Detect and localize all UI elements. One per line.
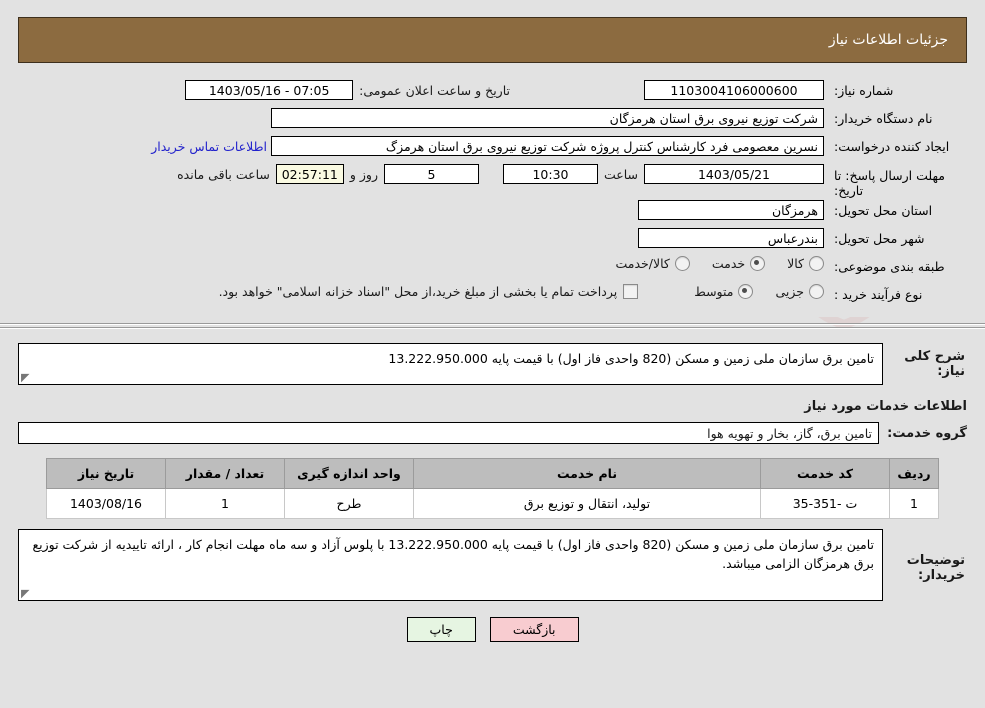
row-response-deadline: مهلت ارسال پاسخ: تا تاریخ: 1403/05/21 سا… xyxy=(18,163,967,199)
category-option-goods-service[interactable]: کالا/خدمت xyxy=(615,256,690,271)
category-option-goods-label: کالا xyxy=(787,256,804,271)
general-description-value: تامین برق سازمان ملی زمین و مسکن (820 وا… xyxy=(388,351,874,366)
category-option-service-label: خدمت xyxy=(711,256,746,271)
need-info-form: شماره نیاز: 1103004106000600 تاریخ و ساع… xyxy=(18,73,967,317)
category-option-goods-service-label: کالا/خدمت xyxy=(615,256,670,271)
process-option-medium-label: متوسط xyxy=(694,284,734,299)
table-row: 1 ت -351-35 تولید، انتقال و توزیع برق طر… xyxy=(46,488,939,519)
process-option-medium[interactable]: متوسط xyxy=(694,284,754,299)
category-option-goods[interactable]: کالا xyxy=(787,256,824,271)
th-service-name: نام خدمت xyxy=(413,458,761,489)
public-announce-field[interactable]: 07:05 - 1403/05/16 xyxy=(185,80,354,100)
category-label: طبقه بندی موضوعی: xyxy=(834,259,945,274)
buyer-notes-row: توضیحات خریدار: تامین برق سازمان ملی زمی… xyxy=(18,525,967,601)
services-section-title: اطلاعات خدمات مورد نیاز xyxy=(804,399,967,414)
resize-grip-icon[interactable]: ◥ xyxy=(21,371,31,384)
divider-top xyxy=(0,323,985,325)
province-label: استان محل تحویل: xyxy=(834,203,933,218)
cell-row-number: 1 xyxy=(889,488,939,519)
cell-service-code: ت -351-35 xyxy=(760,488,890,519)
page-header-bar: جزئیات اطلاعات نیاز xyxy=(18,17,967,63)
deadline-countdown-label: ساعت باقی مانده xyxy=(177,167,270,182)
public-announce-label: تاریخ و ساعت اعلان عمومی: xyxy=(359,83,510,98)
process-type-label: نوع فرآیند خرید : xyxy=(834,287,923,302)
deadline-label: مهلت ارسال پاسخ: تا تاریخ: xyxy=(834,168,945,198)
row-process-type: نوع فرآیند خرید : جزیی متوسط پرداخت تمام… xyxy=(18,283,967,311)
row-buyer-org: نام دستگاه خریدار: شرکت توزیع نیروی برق … xyxy=(18,107,967,135)
radio-icon-goods-service[interactable] xyxy=(674,256,690,271)
need-number-field[interactable]: 1103004106000600 xyxy=(644,80,824,100)
need-number-label: شماره نیاز: xyxy=(834,83,894,98)
print-button[interactable]: چاپ xyxy=(406,617,476,642)
page-title: جزئیات اطلاعات نیاز xyxy=(828,32,948,48)
radio-icon-service[interactable] xyxy=(750,256,766,271)
cell-need-date: 1403/08/16 xyxy=(46,488,166,519)
cell-service-name: تولید، انتقال و توزیع برق xyxy=(413,488,761,519)
buyer-notes-label: توضیحات خریدار: xyxy=(906,553,965,583)
deadline-countdown-field: 02:57:11 xyxy=(275,164,344,184)
deadline-days-field: 5 xyxy=(383,164,479,184)
service-group-field[interactable]: تامین برق، گاز، بخار و تهویه هوا xyxy=(18,422,879,444)
buyer-org-label: نام دستگاه خریدار: xyxy=(834,111,933,126)
th-quantity: تعداد / مقدار xyxy=(165,458,285,489)
checkbox-icon-treasury-bonds[interactable] xyxy=(623,284,639,299)
cell-unit: طرح xyxy=(284,488,414,519)
buyer-notes-value: تامین برق سازمان ملی زمین و مسکن (820 وا… xyxy=(32,537,874,571)
buyer-org-field[interactable]: شرکت توزیع نیروی برق استان هرمزگان xyxy=(271,108,824,128)
deadline-time-label: ساعت xyxy=(603,167,638,182)
radio-icon-minor[interactable] xyxy=(809,284,824,299)
creator-label: ایجاد کننده درخواست: xyxy=(834,139,950,154)
divider-top-2 xyxy=(0,327,985,329)
radio-icon-goods[interactable] xyxy=(809,256,824,271)
process-option-minor[interactable]: جزیی xyxy=(775,284,824,299)
resize-grip-icon-notes[interactable]: ◥ xyxy=(21,587,31,600)
general-description-label: شرح کلی نیاز: xyxy=(904,349,965,379)
deadline-time-field[interactable]: 10:30 xyxy=(502,164,598,184)
buyer-notes-textarea[interactable]: تامین برق سازمان ملی زمین و مسکن (820 وا… xyxy=(18,529,883,601)
general-description-row: شرح کلی نیاز: تامین برق سازمان ملی زمین … xyxy=(18,339,967,385)
th-unit: واحد اندازه گیری xyxy=(284,458,414,489)
category-option-service[interactable]: خدمت xyxy=(711,256,766,271)
general-description-textarea[interactable]: تامین برق سازمان ملی زمین و مسکن (820 وا… xyxy=(18,343,883,385)
footer-button-bar: بازگشت چاپ xyxy=(0,617,985,642)
row-category: طبقه بندی موضوعی: کالا خدمت کالا/خدمت xyxy=(18,255,967,283)
radio-icon-medium[interactable] xyxy=(738,284,754,299)
services-table-wrap: ردیف کد خدمت نام خدمت واحد اندازه گیری ت… xyxy=(46,458,939,519)
city-field[interactable]: بندرعباس xyxy=(638,228,824,248)
service-group-label: گروه خدمت: xyxy=(887,425,967,441)
cell-quantity: 1 xyxy=(165,488,285,519)
city-label: شهر محل تحویل: xyxy=(834,231,925,246)
services-table: ردیف کد خدمت نام خدمت واحد اندازه گیری ت… xyxy=(46,458,939,519)
row-city: شهر محل تحویل: بندرعباس xyxy=(18,227,967,255)
province-field[interactable]: هرمزگان xyxy=(638,200,824,220)
creator-field[interactable]: نسرین معصومی فرد کارشناس کنترل پروژه شرک… xyxy=(271,136,824,156)
row-request-creator: ایجاد کننده درخواست: نسرین معصومی فرد کا… xyxy=(18,135,967,163)
buyer-contact-link[interactable]: اطلاعات تماس خریدار xyxy=(151,136,271,158)
row-need-number: شماره نیاز: 1103004106000600 تاریخ و ساع… xyxy=(18,79,967,107)
service-group-row: گروه خدمت: تامین برق، گاز، بخار و تهویه … xyxy=(18,422,967,444)
th-row-number: ردیف xyxy=(889,458,939,489)
deadline-date-field[interactable]: 1403/05/21 xyxy=(644,164,824,184)
back-button[interactable]: بازگشت xyxy=(489,617,579,642)
th-service-code: کد خدمت xyxy=(760,458,890,489)
treasury-bonds-checkbox-row[interactable]: پرداخت تمام یا بخشی از مبلغ خرید،از محل … xyxy=(219,284,639,299)
deadline-days-label: روز و xyxy=(349,167,378,182)
treasury-bonds-label: پرداخت تمام یا بخشی از مبلغ خرید،از محل … xyxy=(218,284,618,299)
th-need-date: تاریخ نیاز xyxy=(46,458,166,489)
row-province: استان محل تحویل: هرمزگان xyxy=(18,199,967,227)
process-option-minor-label: جزیی xyxy=(775,284,804,299)
table-header-row: ردیف کد خدمت نام خدمت واحد اندازه گیری ت… xyxy=(46,458,939,489)
